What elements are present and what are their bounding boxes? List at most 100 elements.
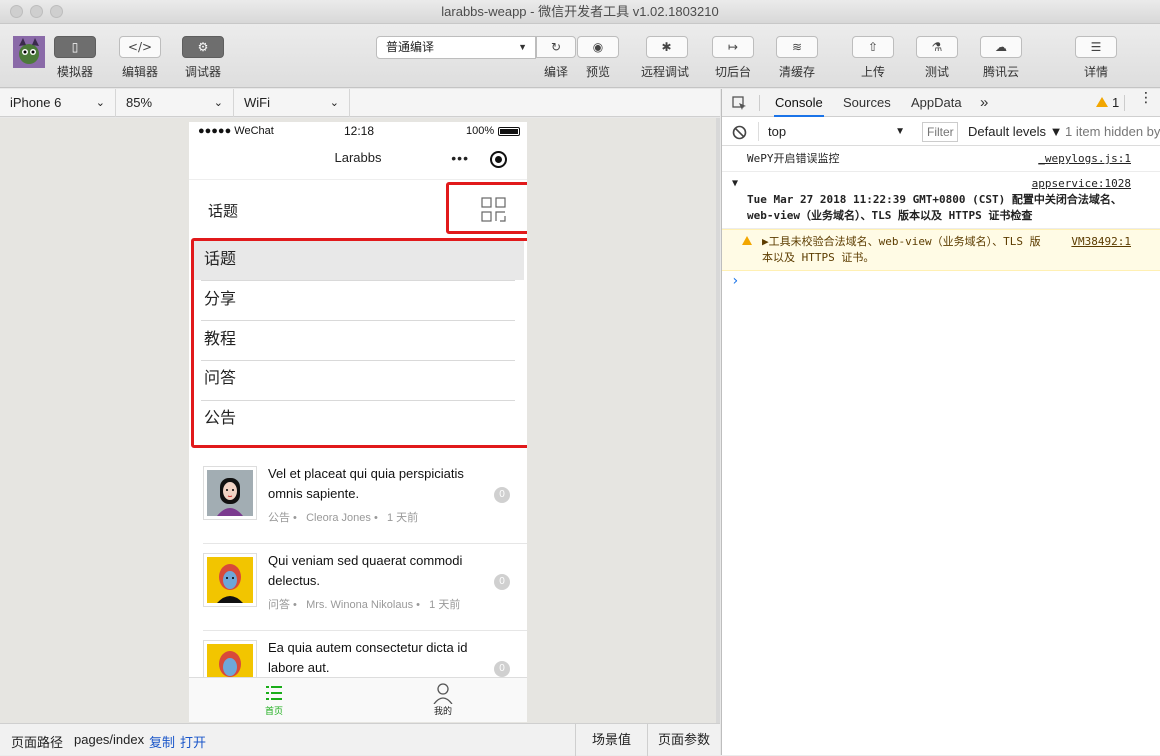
simulator-area: ●●●●● WeChat 12:18 100% Larabbs ••• 话题 话…	[0, 118, 720, 723]
expand-triangle-icon[interactable]: ▼	[732, 176, 738, 192]
hidden-items-text: 1 item hidden by	[1065, 124, 1160, 139]
scene-value-button[interactable]: 场景值	[575, 724, 647, 756]
tencent-cloud-button[interactable]: ☁ 腾讯云	[980, 36, 1022, 80]
reply-count-badge: 0	[494, 487, 510, 503]
context-select[interactable]: top ▼	[762, 121, 909, 143]
compile-label: 编译	[543, 65, 568, 79]
post-title[interactable]: Ea quia autem consectetur dicta id labor…	[268, 638, 500, 678]
zoom-select[interactable]: 85% ⌄	[116, 89, 234, 117]
more-tabs-button[interactable]: »	[980, 89, 988, 117]
chevron-down-icon: ⌄	[329, 97, 339, 109]
background-button[interactable]: ↦ 切后台	[712, 36, 754, 80]
page-params-button[interactable]: 页面参数	[647, 724, 720, 756]
editor-label: 编辑器	[121, 65, 158, 79]
console-source-link[interactable]: VM38492:1	[1071, 234, 1131, 250]
tab-me[interactable]: 我的	[413, 682, 473, 717]
console-source-link[interactable]: _wepylogs.js:1	[1038, 151, 1131, 167]
console-source-link[interactable]: appservice:1028	[1032, 176, 1131, 192]
network-value: WiFi	[244, 95, 270, 110]
chevron-down-icon: ▼	[518, 42, 527, 52]
battery-icon	[498, 127, 520, 136]
reply-count-badge: 0	[494, 574, 510, 590]
log-levels-select[interactable]: Default levels ▼	[968, 124, 1063, 139]
test-button[interactable]: ⚗ 测试	[916, 36, 958, 80]
copy-link[interactable]: 复制	[149, 732, 175, 751]
kebab-menu-icon[interactable]: ⋮	[1139, 90, 1153, 104]
console-prompt-row[interactable]: ›	[722, 271, 1160, 291]
simulator-scrollbar[interactable]	[716, 118, 720, 723]
list-item[interactable]: Vel et placeat qui quia perspiciatis omn…	[203, 458, 523, 540]
switch-icon: ↦	[712, 36, 754, 58]
code-icon: </>	[119, 36, 161, 58]
post-title[interactable]: Vel et placeat qui quia perspiciatis omn…	[268, 464, 500, 504]
post-author: Mrs. Winona Nikolaus •	[306, 599, 420, 611]
bottom-status-bar: 页面路径 pages/index 复制 打开 场景值 页面参数	[0, 723, 720, 756]
avatar[interactable]	[203, 466, 257, 520]
app-window: larabbs-weapp - 微信开发者工具 v1.02.1803210 ▯ …	[0, 0, 1160, 756]
tab-appdata[interactable]: AppData	[911, 89, 962, 117]
debugger-toggle[interactable]: ⚙ 调试器	[182, 36, 224, 80]
zoom-window-button[interactable]	[50, 5, 63, 18]
phone-screen: ●●●●● WeChat 12:18 100% Larabbs ••• 话题 话…	[189, 122, 527, 722]
simulator-settings-bar: iPhone 6 ⌄ 85% ⌄ WiFi ⌄	[0, 89, 720, 117]
upload-button[interactable]: ⇧ 上传	[852, 36, 894, 80]
upload-label: 上传	[860, 65, 885, 79]
console-filter-bar: top ▼ Default levels ▼ 1 item hidden by	[722, 118, 1160, 146]
post-title[interactable]: Qui veniam sed quaerat commodi delectus.	[268, 551, 500, 591]
filter-input[interactable]	[922, 122, 958, 142]
warning-icon	[742, 236, 752, 245]
console-warning[interactable]: ▶工具未校验合法域名、web-view（业务域名）、TLS 版本以及 HTTPS…	[722, 229, 1160, 271]
clear-cache-button[interactable]: ≋ 清缓存	[776, 36, 818, 80]
battery-text: 100%	[466, 125, 495, 137]
console-message-text: WePY开启错误监控	[747, 152, 840, 165]
window-title: larabbs-weapp - 微信开发者工具 v1.02.1803210	[441, 4, 719, 19]
tab-bar: 首页 我的	[189, 677, 527, 722]
warning-count[interactable]: 1	[1112, 95, 1119, 110]
tab-console[interactable]: Console	[774, 89, 824, 117]
page-path-value: pages/index	[74, 732, 145, 747]
console-message-text: ▶工具未校验合法域名、web-view（业务域名）、TLS 版本以及 HTTPS…	[762, 235, 1041, 264]
compile-button[interactable]: ↻ 编译	[536, 36, 576, 80]
context-value: top	[768, 124, 787, 139]
simulator-toggle[interactable]: ▯ 模拟器	[54, 36, 96, 80]
post-category: 公告 •	[268, 512, 297, 524]
open-link[interactable]: 打开	[180, 732, 206, 751]
network-select[interactable]: WiFi ⌄	[234, 89, 350, 117]
details-button[interactable]: ☰ 详情	[1075, 36, 1117, 80]
list-item[interactable]: Qui veniam sed quaerat commodi delectus.…	[203, 545, 523, 627]
simulator-label: 模拟器	[56, 65, 93, 79]
clear-cache-label: 清缓存	[778, 65, 815, 79]
divider	[759, 95, 760, 111]
tab-sources[interactable]: Sources	[843, 89, 891, 117]
tab-home[interactable]: 首页	[244, 682, 304, 717]
preview-button[interactable]: ◉ 预览	[577, 36, 619, 80]
topic-header-title[interactable]: 话题	[208, 200, 238, 221]
chevron-down-icon: ⌄	[95, 97, 105, 109]
minimize-window-button[interactable]	[30, 5, 43, 18]
console-message[interactable]: ▼ Tue Mar 27 2018 11:22:39 GMT+0800 (CST…	[722, 172, 1160, 229]
menu-icon: ☰	[1075, 36, 1117, 58]
close-window-button[interactable]	[10, 5, 23, 18]
divider	[203, 543, 527, 544]
carrier-text: ●●●●● WeChat	[198, 125, 274, 137]
list-icon	[266, 686, 282, 700]
close-miniprogram-icon[interactable]	[490, 151, 507, 168]
page-path-label: 页面路径	[11, 735, 64, 750]
clear-console-icon[interactable]	[732, 125, 747, 140]
main-toolbar: ▯ 模拟器 </> 编辑器 ⚙ 调试器 普通编译 ▼ ↻ 编译 ◉ 预览 ✱ 远…	[0, 24, 1160, 88]
divider	[203, 630, 527, 631]
device-select[interactable]: iPhone 6 ⌄	[0, 89, 116, 117]
devtools-panel: Console Sources AppData » 1 ⋮ top ▼ Defa…	[721, 89, 1160, 755]
post-meta: 问答 • Mrs. Winona Nikolaus • 1 天前	[268, 596, 460, 612]
user-avatar[interactable]	[13, 36, 45, 68]
more-dots-icon[interactable]: •••	[451, 140, 469, 176]
post-time: 1 天前	[387, 512, 419, 524]
avatar[interactable]	[203, 553, 257, 607]
tab-me-label: 我的	[433, 706, 452, 716]
remote-debug-button[interactable]: ✱ 远程调试	[641, 36, 689, 80]
editor-toggle[interactable]: </> 编辑器	[119, 36, 161, 80]
prompt-chevron-icon: ›	[731, 273, 740, 289]
compile-mode-select[interactable]: 普通编译 ▼	[376, 36, 536, 59]
divider	[758, 122, 759, 141]
inspect-icon[interactable]	[732, 96, 747, 111]
